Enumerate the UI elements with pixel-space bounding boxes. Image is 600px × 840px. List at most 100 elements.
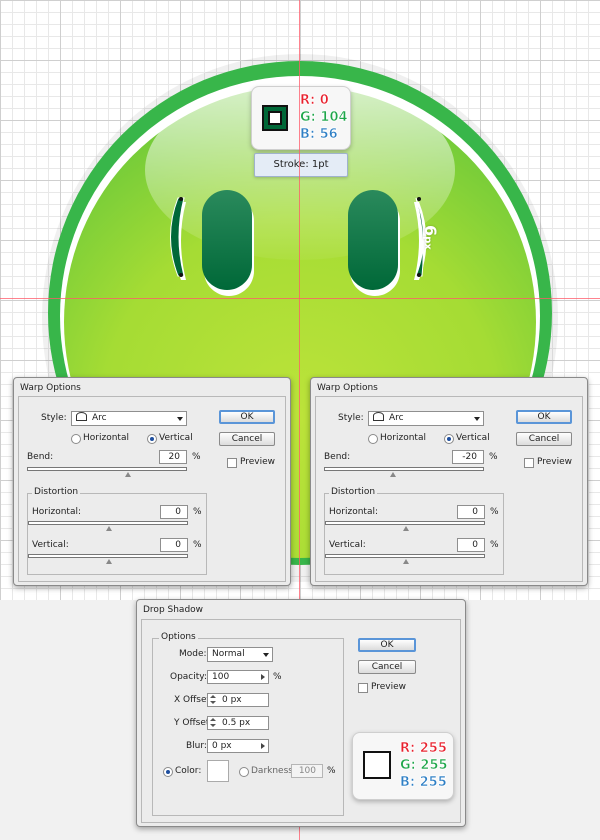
darkness-label: Darkness: xyxy=(251,766,297,776)
warp-options-dialog-right: Warp Options Style: Arc Horizontal Verti… xyxy=(310,377,588,586)
mode-select[interactable]: Normal xyxy=(207,647,273,662)
ok-button[interactable]: OK xyxy=(516,410,572,424)
preview-label: Preview xyxy=(537,457,573,467)
stroke-b-value: B: 56 xyxy=(300,127,338,143)
vertical-radio[interactable] xyxy=(147,434,157,444)
bend-slider-thumb[interactable] xyxy=(390,472,396,477)
dist-horizontal-track[interactable] xyxy=(28,521,188,525)
dist-horizontal-input[interactable]: 0 xyxy=(457,505,485,519)
chevron-down-icon xyxy=(474,417,480,421)
right-arc-anchor-bottom xyxy=(417,273,421,277)
dist-horizontal-label: Horizontal: xyxy=(32,507,81,517)
horizontal-label: Horizontal xyxy=(83,433,129,443)
left-arc-anchor-top xyxy=(179,197,183,201)
cancel-button[interactable]: Cancel xyxy=(219,432,275,446)
dist-horizontal-label: Horizontal: xyxy=(329,507,378,517)
stroke-r-value: R: 0 xyxy=(300,93,329,109)
blur-input[interactable]: 0 px xyxy=(207,739,269,753)
shadow-color-swatch[interactable] xyxy=(207,760,229,782)
opacity-input[interactable]: 100 xyxy=(207,670,269,684)
bend-percent: % xyxy=(489,452,498,462)
warp-options-dialog-left: Warp Options Style: Arc Horizontal Verti… xyxy=(13,377,291,586)
dist-horizontal-percent: % xyxy=(490,507,499,517)
horizontal-radio[interactable] xyxy=(368,434,378,444)
dist-vertical-label: Vertical: xyxy=(32,540,69,550)
right-arc-anchor-top xyxy=(417,197,421,201)
opacity-stepper-icon[interactable] xyxy=(261,674,265,680)
style-select[interactable]: Arc xyxy=(368,411,484,426)
bend-slider-track[interactable] xyxy=(27,467,187,471)
stroke-swatch-icon xyxy=(262,105,288,131)
dist-vertical-thumb[interactable] xyxy=(403,559,409,564)
bend-label: Bend: xyxy=(324,452,351,462)
dialog-body: Options Mode: Normal Opacity: 100 % X Of… xyxy=(141,619,461,823)
drop-shadow-dialog: Drop Shadow Options Mode: Normal Opacity… xyxy=(136,599,466,827)
dist-horizontal-thumb[interactable] xyxy=(403,526,409,531)
dialog-title: Warp Options xyxy=(317,383,378,393)
bend-input[interactable]: -20 xyxy=(452,450,484,464)
dist-horizontal-thumb[interactable] xyxy=(106,526,112,531)
shadow-g-value: G: 255 xyxy=(400,758,448,774)
white-swatch-icon xyxy=(363,751,391,779)
vertical-label: Vertical xyxy=(159,433,193,443)
style-label: Style: xyxy=(338,413,364,423)
dist-horizontal-percent: % xyxy=(193,507,202,517)
options-group: Options Mode: Normal Opacity: 100 % X Of… xyxy=(152,632,344,816)
x-offset-value: 0 px xyxy=(222,695,242,705)
preview-checkbox[interactable] xyxy=(358,683,368,693)
color-radio[interactable] xyxy=(163,767,173,777)
dialog-body: Style: Arc Horizontal Vertical Bend: -20… xyxy=(315,396,583,582)
dist-horizontal-input[interactable]: 0 xyxy=(160,505,188,519)
stroke-weight-label: Stroke: 1pt xyxy=(254,153,348,177)
y-offset-spinner-icon[interactable] xyxy=(209,716,217,730)
ok-button[interactable]: OK xyxy=(219,410,275,424)
horizontal-label: Horizontal xyxy=(380,433,426,443)
horizontal-radio[interactable] xyxy=(71,434,81,444)
preview-label: Preview xyxy=(240,457,276,467)
arc-style-icon xyxy=(373,412,384,421)
style-value: Arc xyxy=(389,413,404,423)
bend-slider-thumb[interactable] xyxy=(125,472,131,477)
preview-checkbox[interactable] xyxy=(524,458,534,468)
blur-label: Blur: xyxy=(186,741,207,751)
dist-vertical-thumb[interactable] xyxy=(106,559,112,564)
dist-vertical-track[interactable] xyxy=(28,554,188,558)
style-select[interactable]: Arc xyxy=(71,411,187,426)
cancel-button[interactable]: Cancel xyxy=(516,432,572,446)
dist-vertical-input[interactable]: 0 xyxy=(160,538,188,552)
distortion-group: Distortion Horizontal: 0 % Vertical: 0 % xyxy=(27,487,207,575)
darkness-input[interactable]: 100 xyxy=(291,764,323,778)
blur-stepper-icon[interactable] xyxy=(261,743,265,749)
vertical-radio[interactable] xyxy=(444,434,454,444)
preview-checkbox[interactable] xyxy=(227,458,237,468)
measure-unit: px xyxy=(422,236,433,250)
dist-vertical-label: Vertical: xyxy=(329,540,366,550)
dialog-body: Style: Arc Horizontal Vertical Bend: 20 … xyxy=(18,396,286,582)
darkness-radio[interactable] xyxy=(239,767,249,777)
dist-horizontal-track[interactable] xyxy=(325,521,485,525)
bend-percent: % xyxy=(192,452,201,462)
darkness-percent: % xyxy=(327,766,336,776)
dist-vertical-track[interactable] xyxy=(325,554,485,558)
cancel-button[interactable]: Cancel xyxy=(358,660,416,674)
distortion-group: Distortion Horizontal: 0 % Vertical: 0 % xyxy=(324,487,504,575)
dist-vertical-input[interactable]: 0 xyxy=(457,538,485,552)
ok-button[interactable]: OK xyxy=(358,638,416,652)
color-label: Color: xyxy=(175,766,202,776)
bend-input[interactable]: 20 xyxy=(159,450,187,464)
opacity-label: Opacity: xyxy=(170,672,207,682)
opacity-percent: % xyxy=(273,672,282,682)
stroke-g-value: G: 104 xyxy=(300,110,348,126)
stroke-color-popup: R: 0 G: 104 B: 56 xyxy=(251,86,351,150)
vertical-label: Vertical xyxy=(456,433,490,443)
left-arc-anchor-bottom xyxy=(179,273,183,277)
dialog-title: Drop Shadow xyxy=(143,605,204,615)
bend-slider-track[interactable] xyxy=(324,467,484,471)
right-eye xyxy=(348,190,398,290)
dialog-title: Warp Options xyxy=(20,383,81,393)
x-offset-spinner-icon[interactable] xyxy=(209,693,217,707)
measure-value: 6 xyxy=(421,225,440,237)
chevron-down-icon xyxy=(263,653,269,657)
measure-label: 6px xyxy=(421,225,440,250)
left-eye xyxy=(202,190,252,290)
